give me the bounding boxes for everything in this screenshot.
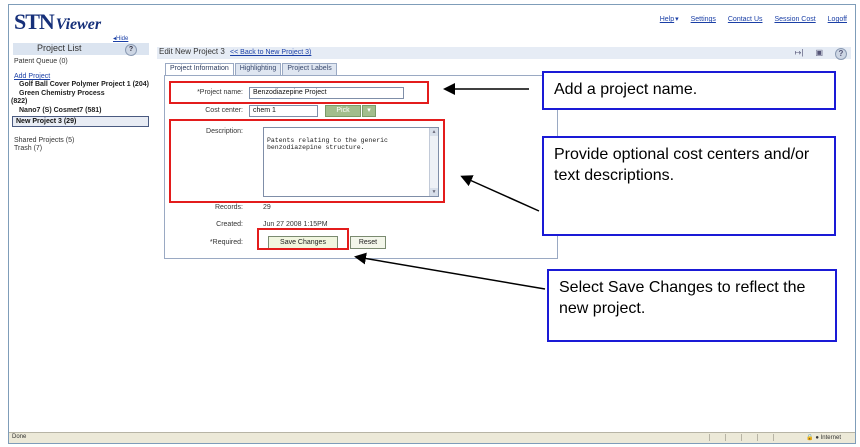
project-list-header: Project List ? [13, 43, 149, 56]
highlight-description [169, 119, 445, 203]
tab-project-labels[interactable]: Project Labels [282, 63, 337, 75]
sidebar-item-project[interactable]: Nano7 (S) Cosmet7 (581) [9, 107, 153, 115]
patent-queue-item[interactable]: Patent Queue (0) [9, 58, 153, 65]
sidebar-item-selected-project[interactable]: New Project 3 (29) [12, 116, 149, 127]
header-icons: ↦| ▣ ? [795, 48, 847, 60]
required-label: *Required: [209, 239, 243, 246]
help-dropdown-icon[interactable]: ▾ [675, 16, 679, 23]
callout-save: Select Save Changes to reflect the new p… [547, 269, 837, 342]
settings-link[interactable]: Settings [691, 16, 716, 23]
reset-button[interactable]: Reset [350, 236, 386, 249]
highlight-save-button [257, 228, 349, 250]
logoff-link[interactable]: Logoff [828, 16, 847, 23]
project-list-title: Project List [37, 43, 82, 53]
sidebar: Project List ? Patent Queue (0) Add Proj… [9, 43, 153, 403]
shared-projects-item[interactable]: Shared Projects (5) [9, 137, 153, 144]
browser-frame: STN Viewer Help▾ Settings Contact Us Sess… [8, 4, 856, 444]
globe-icon: ● [815, 435, 819, 441]
cost-center-input[interactable]: chem 1 [249, 105, 318, 117]
tab-highlighting[interactable]: Highlighting [234, 63, 282, 75]
status-bar: Done 🔒 ● Internet [9, 432, 855, 443]
status-done: Done [12, 434, 27, 440]
cost-center-dropdown[interactable]: ▾ [362, 105, 376, 117]
lock-icon: 🔒 [806, 435, 814, 441]
sidebar-item-project[interactable]: Golf Ball Cover Polymer Project 1 (204) [9, 81, 153, 89]
top-links: Help▾ Settings Contact Us Session Cost L… [650, 15, 847, 23]
callout-description: Provide optional cost centers and/or tex… [542, 136, 836, 236]
page-title: Edit New Project 3 [159, 47, 225, 56]
sidebar-item-project[interactable]: Green Chemistry Process (822) [9, 90, 153, 106]
contact-us-link[interactable]: Contact Us [728, 16, 763, 23]
records-value: 29 [263, 204, 271, 211]
add-project-link[interactable]: Add Project [9, 73, 153, 80]
tab-project-information[interactable]: Project Information [165, 63, 234, 75]
callout-project-name: Add a project name. [542, 71, 836, 110]
help-icon[interactable]: ? [125, 44, 137, 56]
edit-project-header: Edit New Project 3 << Back to New Projec… [157, 47, 851, 60]
back-link[interactable]: << Back to New Project 3) [230, 49, 311, 56]
records-label: Records: [214, 204, 243, 211]
hide-sidebar-link[interactable]: ◂Hide [113, 35, 128, 42]
cost-center-label: Cost center: [205, 107, 243, 114]
arrow-to-save [354, 252, 546, 290]
created-value: Jun 27 2008 1:15PM [263, 221, 328, 228]
trash-item[interactable]: Trash (7) [9, 145, 153, 152]
pick-button[interactable]: Pick [325, 105, 361, 117]
help-icon[interactable]: ? [835, 48, 847, 60]
stn-viewer-logo: STN Viewer [14, 9, 102, 34]
print-icon[interactable]: ▣ [815, 48, 823, 60]
help-link[interactable]: Help [660, 16, 674, 23]
session-cost-link[interactable]: Session Cost [774, 16, 815, 23]
internet-zone-label: 🔒 ● Internet [806, 435, 841, 441]
highlight-project-name [169, 81, 429, 104]
resize-icon[interactable]: ↦| [795, 48, 804, 60]
tab-bar: Project Information Highlighting Project… [165, 63, 338, 75]
created-label: Created: [216, 221, 243, 228]
